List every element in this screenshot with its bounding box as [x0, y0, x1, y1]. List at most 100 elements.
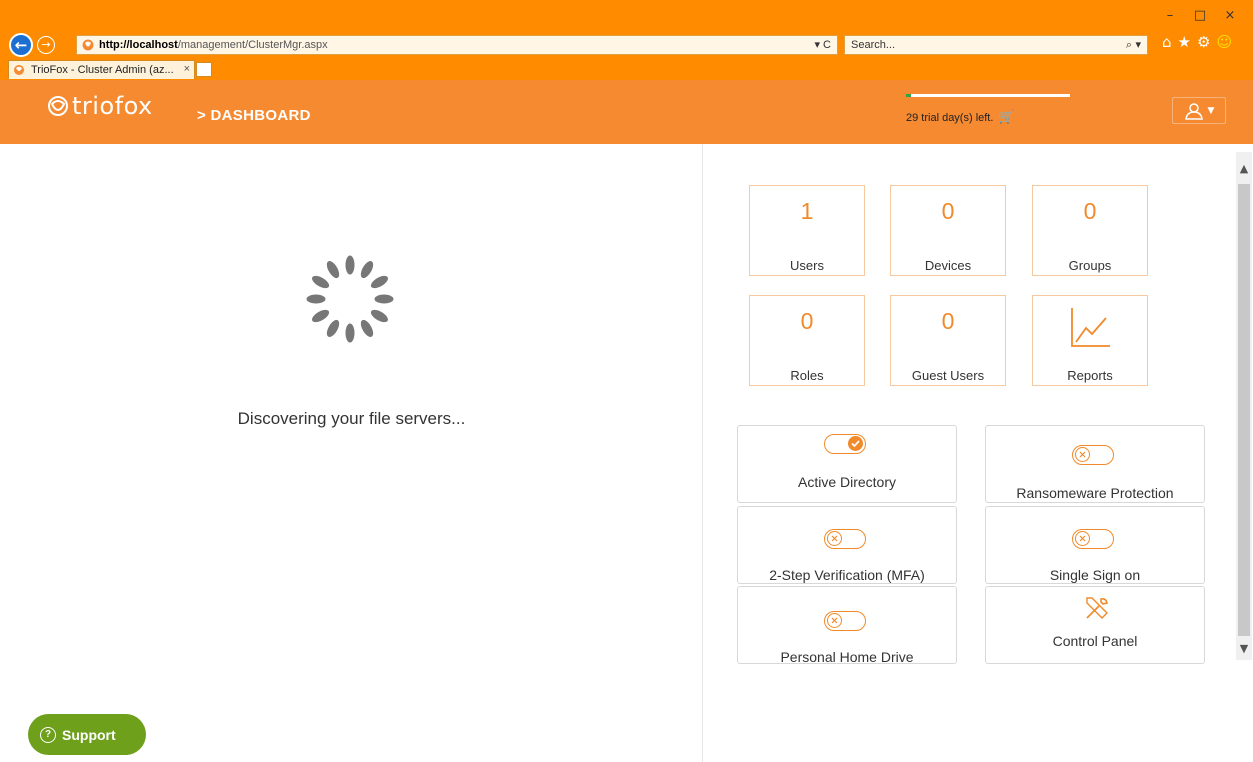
- users-tile[interactable]: 1 Users: [749, 185, 865, 276]
- spinner-petal: [374, 294, 394, 304]
- trial-status: 29 trial day(s) left. 🛒: [906, 94, 1076, 125]
- single-sign-on-label: Single Sign on: [1049, 567, 1141, 583]
- groups-label: Groups: [1068, 258, 1112, 273]
- tab-favicon-icon: [14, 65, 24, 75]
- support-label: Support: [62, 726, 116, 743]
- user-icon: [1184, 102, 1203, 120]
- control-panel-card[interactable]: Control Panel: [985, 586, 1205, 664]
- breadcrumb: > DASHBOARD: [197, 107, 311, 124]
- scrollbar-thumb[interactable]: [1238, 184, 1250, 636]
- minimize-button[interactable]: –: [1155, 6, 1185, 26]
- browser-toolbar-icons: ⌂ ★ ⚙ ☺: [1162, 33, 1232, 51]
- maximize-button[interactable]: □: [1185, 6, 1215, 26]
- address-url: http://localhost/management/ClusterMgr.a…: [99, 39, 328, 51]
- loading-spinner-icon: [306, 255, 394, 343]
- trial-text-row[interactable]: 29 trial day(s) left. 🛒: [906, 110, 1076, 125]
- groups-tile[interactable]: 0 Groups: [1032, 185, 1148, 276]
- site-favicon-icon: [81, 38, 95, 52]
- feedback-smiley-icon[interactable]: ☺: [1216, 33, 1232, 51]
- toggle-off-icon[interactable]: [824, 529, 866, 549]
- back-button[interactable]: ←: [9, 33, 33, 57]
- refresh-icon[interactable]: ▾ C: [814, 38, 831, 51]
- toggle-off-icon[interactable]: [824, 611, 866, 631]
- spinner-petal: [345, 255, 355, 275]
- ransomware-protection-card[interactable]: Ransomeware Protection: [985, 425, 1205, 503]
- spinner-petal: [345, 323, 355, 343]
- forward-button[interactable]: →: [37, 36, 55, 54]
- triofox-logo[interactable]: triofox: [46, 92, 153, 120]
- spinner-petal: [360, 261, 374, 279]
- spinner-petal: [370, 275, 388, 289]
- groups-count: 0: [1083, 198, 1097, 224]
- reports-tile[interactable]: Reports: [1032, 295, 1148, 386]
- mfa-label: 2-Step Verification (MFA): [769, 567, 925, 583]
- browser-chrome: – □ × ← → http://localhost/management/Cl…: [0, 0, 1253, 80]
- scroll-down-icon[interactable]: ▼: [1236, 642, 1252, 658]
- spinner-petal: [312, 309, 330, 323]
- active-directory-label: Active Directory: [797, 474, 897, 490]
- chart-line-icon: [1071, 308, 1110, 347]
- spinner-petal: [326, 261, 340, 279]
- devices-label: Devices: [924, 258, 972, 273]
- trial-progress-bar: [906, 94, 1070, 97]
- support-button[interactable]: ? Support: [28, 714, 146, 755]
- tools-icon: [1086, 597, 1108, 619]
- control-panel-label: Control Panel: [1052, 633, 1138, 649]
- search-icon[interactable]: ⌕ ▾: [1126, 38, 1141, 52]
- app-header: triofox > DASHBOARD 29 trial day(s) left…: [0, 80, 1253, 144]
- devices-count: 0: [941, 198, 955, 224]
- personal-home-drive-label: Personal Home Drive: [780, 649, 914, 665]
- tab-title: TrioFox - Cluster Admin (az...: [31, 64, 174, 76]
- x-knob-icon: [1075, 531, 1090, 546]
- scroll-up-icon[interactable]: ▲: [1236, 162, 1252, 178]
- tab-close-icon[interactable]: ×: [184, 63, 190, 75]
- roles-label: Roles: [790, 368, 824, 383]
- help-question-icon: ?: [40, 726, 56, 743]
- x-knob-icon: [827, 531, 842, 546]
- toggle-off-icon[interactable]: [1072, 529, 1114, 549]
- discovery-panel: Discovering your file servers... ? Suppo…: [0, 144, 703, 762]
- search-placeholder: Search...: [851, 39, 896, 51]
- close-window-button[interactable]: ×: [1215, 6, 1245, 26]
- spinner-petal: [360, 319, 374, 337]
- user-menu-button[interactable]: ▼: [1172, 97, 1226, 124]
- guest-users-label: Guest Users: [911, 368, 985, 383]
- vertical-scrollbar[interactable]: ▲ ▼: [1236, 152, 1252, 660]
- devices-tile[interactable]: 0 Devices: [890, 185, 1006, 276]
- personal-home-drive-card[interactable]: Personal Home Drive: [737, 586, 957, 665]
- spinner-petal: [326, 319, 340, 337]
- roles-tile[interactable]: 0 Roles: [749, 295, 865, 386]
- active-directory-card[interactable]: Active Directory: [737, 425, 957, 503]
- reports-label: Reports: [1067, 368, 1113, 383]
- home-icon[interactable]: ⌂: [1162, 33, 1172, 51]
- browser-tab[interactable]: TrioFox - Cluster Admin (az... ×: [8, 60, 195, 79]
- chevron-down-icon: ▼: [1207, 105, 1215, 116]
- favorites-star-icon[interactable]: ★: [1178, 33, 1191, 51]
- users-count: 1: [800, 198, 814, 224]
- new-tab-button[interactable]: [196, 62, 212, 77]
- toggle-off-icon[interactable]: [1072, 445, 1114, 465]
- roles-count: 0: [800, 308, 814, 334]
- ransomware-protection-label: Ransomeware Protection: [1016, 485, 1174, 501]
- mfa-card[interactable]: 2-Step Verification (MFA): [737, 506, 957, 584]
- guest-users-count: 0: [941, 308, 955, 334]
- discovery-status-text: Discovering your file servers...: [237, 409, 466, 428]
- check-knob-icon: [848, 436, 863, 451]
- cart-icon[interactable]: 🛒: [998, 110, 1014, 125]
- address-bar[interactable]: http://localhost/management/ClusterMgr.a…: [76, 35, 838, 55]
- guest-users-tile[interactable]: 0 Guest Users: [890, 295, 1006, 386]
- users-label: Users: [790, 258, 824, 273]
- settings-gear-icon[interactable]: ⚙: [1197, 33, 1210, 51]
- triofox-logo-icon: [48, 96, 68, 116]
- x-knob-icon: [827, 613, 842, 628]
- tab-strip: TrioFox - Cluster Admin (az... ×: [0, 60, 1253, 79]
- toggle-on-icon[interactable]: [824, 434, 866, 454]
- spinner-petal: [370, 309, 388, 323]
- trial-progress-fill: [906, 94, 911, 97]
- window-controls: – □ ×: [1155, 6, 1245, 26]
- logo-text: triofox: [72, 92, 153, 120]
- browser-search-input[interactable]: Search... ⌕ ▾: [844, 35, 1148, 55]
- single-sign-on-card[interactable]: Single Sign on: [985, 506, 1205, 584]
- dashboard-panel: 1 Users 0 Devices 0 Groups 0 Roles 0 Gue…: [704, 144, 1253, 762]
- x-knob-icon: [1075, 447, 1090, 462]
